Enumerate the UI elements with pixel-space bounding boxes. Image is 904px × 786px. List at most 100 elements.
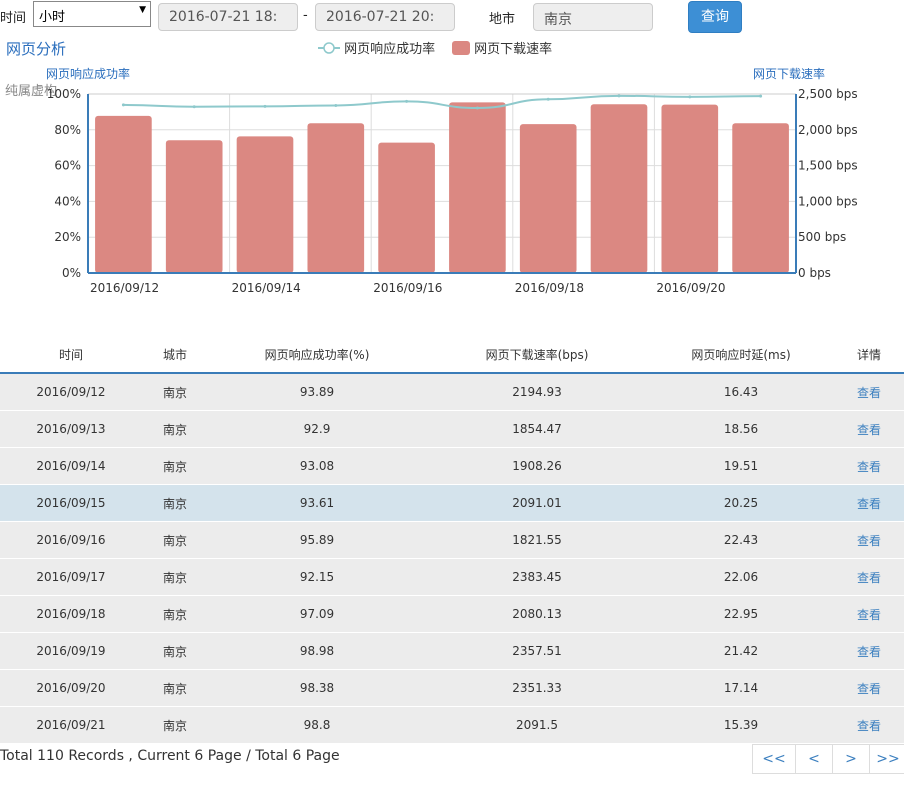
- cell-success-rate: 93.61: [208, 484, 426, 522]
- view-link[interactable]: 查看: [834, 484, 904, 522]
- line-point: [475, 106, 479, 110]
- x-tick-label: 2016/09/18: [515, 281, 584, 295]
- end-time-input[interactable]: 2016-07-21 20:: [315, 3, 455, 31]
- cell-download-rate: 2357.51: [426, 632, 648, 670]
- cell-time: 2016/09/18: [0, 595, 142, 633]
- cell-success-rate: 93.08: [208, 447, 426, 485]
- cell-city: 南京: [142, 669, 208, 707]
- line-point: [405, 99, 409, 103]
- line-point: [688, 95, 692, 99]
- cell-success-rate: 95.89: [208, 521, 426, 559]
- line-point: [192, 105, 196, 109]
- cell-success-rate: 97.09: [208, 595, 426, 633]
- view-link[interactable]: 查看: [834, 669, 904, 707]
- cell-success-rate: 92.9: [208, 410, 426, 448]
- right-tick-label: 1,000 bps: [798, 194, 858, 208]
- cell-latency: 21.42: [648, 632, 834, 670]
- cell-time: 2016/09/13: [0, 410, 142, 448]
- last-page-button[interactable]: >>: [869, 744, 904, 774]
- cell-download-rate: 2091.01: [426, 484, 648, 522]
- cell-time: 2016/09/14: [0, 447, 142, 485]
- left-tick-label: 80%: [54, 123, 81, 137]
- header-city[interactable]: 城市: [142, 336, 208, 374]
- cell-time: 2016/09/17: [0, 558, 142, 596]
- table-row[interactable]: 2016/09/17 南京 92.15 2383.45 22.06 查看: [0, 558, 904, 596]
- cell-time: 2016/09/16: [0, 521, 142, 559]
- header-download-rate[interactable]: 网页下载速率(bps): [426, 336, 648, 374]
- bar: [165, 140, 223, 273]
- filter-bar: 时间 小时 ▼ 2016-07-21 18: - 2016-07-21 20: …: [0, 0, 904, 36]
- first-page-button[interactable]: <<: [752, 744, 796, 774]
- view-link[interactable]: 查看: [834, 447, 904, 485]
- cell-time: 2016/09/20: [0, 669, 142, 707]
- x-tick-label: 2016/09/20: [656, 281, 725, 295]
- prev-page-button[interactable]: <: [795, 744, 833, 774]
- view-link[interactable]: 查看: [834, 521, 904, 559]
- next-page-button[interactable]: >: [832, 744, 870, 774]
- cell-city: 南京: [142, 632, 208, 670]
- panel-title: 网页分析: [6, 40, 67, 58]
- right-tick-label: 2,000 bps: [798, 123, 858, 137]
- cell-download-rate: 2194.93: [426, 372, 648, 411]
- cell-success-rate: 98.8: [208, 706, 426, 743]
- time-label: 时间: [0, 11, 27, 26]
- left-tick-label: 0%: [62, 266, 81, 280]
- view-link[interactable]: 查看: [834, 558, 904, 596]
- bar: [378, 142, 435, 273]
- cell-city: 南京: [142, 521, 208, 559]
- header-time[interactable]: 时间: [0, 336, 142, 374]
- left-axis-title: 网页响应成功率: [46, 67, 131, 81]
- table-row[interactable]: 2016/09/12 南京 93.89 2194.93 16.43 查看: [0, 372, 904, 411]
- cell-download-rate: 1854.47: [426, 410, 648, 448]
- city-input[interactable]: 南京: [533, 3, 653, 31]
- table-row[interactable]: 2016/09/13 南京 92.9 1854.47 18.56 查看: [0, 410, 904, 448]
- legend-label-download-rate: 网页下载速率: [474, 42, 553, 57]
- table-row[interactable]: 2016/09/16 南京 95.89 1821.55 22.43 查看: [0, 521, 904, 559]
- table-row[interactable]: 2016/09/20 南京 98.38 2351.33 17.14 查看: [0, 669, 904, 707]
- table-row[interactable]: 2016/09/19 南京 98.98 2357.51 21.42 查看: [0, 632, 904, 670]
- start-time-input[interactable]: 2016-07-21 18:: [158, 3, 298, 31]
- bar: [732, 123, 789, 273]
- table-row[interactable]: 2016/09/18 南京 97.09 2080.13 22.95 查看: [0, 595, 904, 633]
- query-button[interactable]: 查询: [688, 1, 742, 33]
- cell-latency: 22.06: [648, 558, 834, 596]
- cell-time: 2016/09/21: [0, 706, 142, 743]
- city-label: 地市: [489, 12, 516, 27]
- view-link[interactable]: 查看: [834, 410, 904, 448]
- dropdown-arrow-icon: ▼: [139, 5, 146, 15]
- bar: [307, 123, 365, 273]
- table-row-highlighted[interactable]: 2016/09/15 南京 93.61 2091.01 20.25 查看: [0, 484, 904, 522]
- cell-city: 南京: [142, 706, 208, 743]
- line-point: [546, 97, 550, 101]
- table-row[interactable]: 2016/09/21 南京 98.8 2091.5 15.39 查看: [0, 706, 904, 743]
- bar: [590, 104, 648, 273]
- view-link[interactable]: 查看: [834, 595, 904, 633]
- left-tick-label: 100%: [47, 87, 81, 101]
- header-latency[interactable]: 网页响应时延(ms): [648, 336, 834, 374]
- header-success-rate[interactable]: 网页响应成功率(%): [208, 336, 426, 374]
- table-row[interactable]: 2016/09/14 南京 93.08 1908.26 19.51 查看: [0, 447, 904, 485]
- x-tick-label: 2016/09/14: [232, 281, 301, 295]
- legend-item-success-rate[interactable]: 网页响应成功率: [318, 38, 435, 57]
- legend-item-download-rate[interactable]: 网页下载速率: [452, 38, 552, 57]
- right-tick-label: 500 bps: [798, 230, 846, 244]
- cell-download-rate: 2351.33: [426, 669, 648, 707]
- cell-latency: 22.43: [648, 521, 834, 559]
- table-header-row: 时间 城市 网页响应成功率(%) 网页下载速率(bps) 网页响应时延(ms) …: [0, 336, 904, 374]
- cell-success-rate: 93.89: [208, 372, 426, 411]
- cell-time: 2016/09/12: [0, 372, 142, 411]
- view-link[interactable]: 查看: [834, 632, 904, 670]
- left-tick-label: 60%: [54, 159, 81, 173]
- range-dash: -: [303, 8, 308, 23]
- web-analysis-chart: 0% 20% 40% 60% 80% 100% 0 bps 500 bps 1,000 bps 1…: [47, 87, 858, 295]
- right-tick-label: 2,500 bps: [798, 87, 858, 101]
- bar: [449, 102, 506, 274]
- line-legend-icon: [318, 42, 340, 54]
- view-link[interactable]: 查看: [834, 372, 904, 411]
- legend-label-success-rate: 网页响应成功率: [344, 42, 436, 57]
- line-point: [617, 94, 621, 98]
- view-link[interactable]: 查看: [834, 706, 904, 743]
- header-detail: 详情: [834, 336, 904, 374]
- granularity-select[interactable]: 小时 ▼: [33, 1, 151, 27]
- x-tick-label: 2016/09/12: [90, 281, 159, 295]
